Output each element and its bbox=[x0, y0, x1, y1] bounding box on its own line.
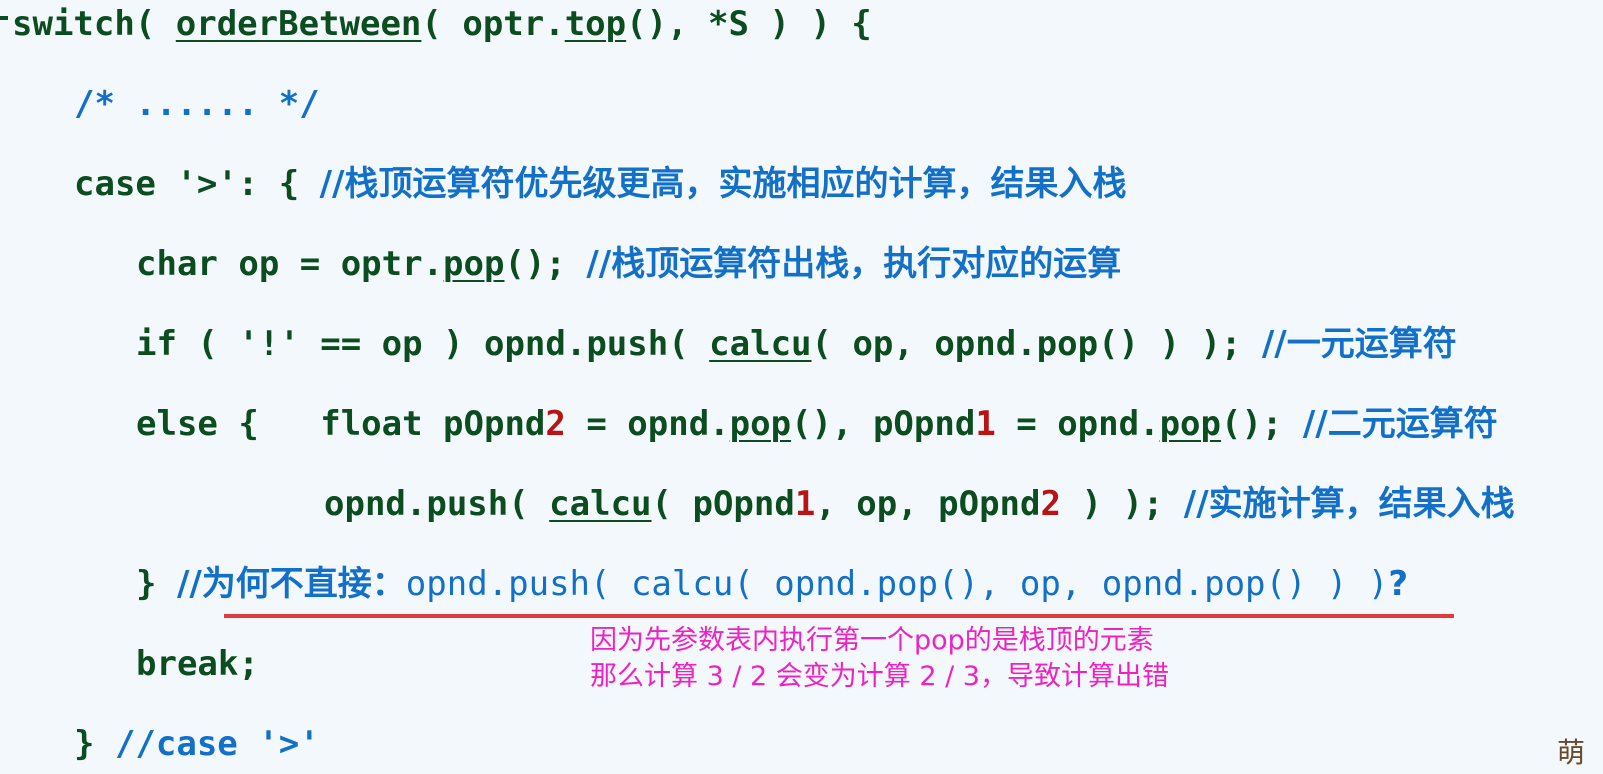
code-comment: //实施计算，结果入栈 bbox=[1183, 484, 1515, 524]
code-comment: //二元运算符 bbox=[1302, 404, 1498, 444]
code-number: 1 bbox=[794, 484, 816, 524]
code-text: (), pOpnd bbox=[791, 404, 976, 444]
code-comment: //栈顶运算符优先级更高，实施相应的计算，结果入栈 bbox=[319, 164, 1127, 204]
code-text: else { float pOpnd bbox=[136, 404, 546, 444]
code-line-7: opnd.push( calcu( pOpnd1, op, pOpnd2 ) )… bbox=[324, 474, 1515, 534]
code-comment: //为何不直接： bbox=[176, 564, 406, 604]
function-pop: pop bbox=[443, 244, 505, 284]
function-orderBetween: orderBetween bbox=[175, 4, 422, 44]
code-text: ( op, opnd.pop() ) ); bbox=[811, 324, 1262, 364]
code-text: ( pOpnd bbox=[651, 484, 795, 524]
code-text: = opnd. bbox=[565, 404, 730, 444]
code-number: 2 bbox=[545, 404, 566, 444]
function-pop: pop bbox=[729, 404, 792, 444]
code-text: ) ); bbox=[1060, 484, 1184, 524]
function-calcu: calcu bbox=[709, 324, 812, 364]
code-number: 1 bbox=[975, 404, 996, 444]
code-line-4: char op = optr.pop(); //栈顶运算符出栈，执行对应的运算 bbox=[136, 234, 1121, 294]
line-marker bbox=[0, 16, 8, 20]
code-line-5: if ( '!' == op ) opnd.push( calcu( op, o… bbox=[136, 314, 1457, 374]
code-text: (); bbox=[504, 244, 587, 284]
code-comment: //case '>' bbox=[114, 724, 320, 764]
code-text: ( optr. bbox=[421, 4, 565, 44]
code-text: , op, pOpnd bbox=[815, 484, 1041, 524]
code-text: = opnd. bbox=[995, 404, 1160, 444]
code-text: } bbox=[74, 724, 115, 764]
code-line-3: case '>': { //栈顶运算符优先级更高，实施相应的计算，结果入栈 bbox=[74, 154, 1126, 214]
red-underline bbox=[224, 614, 1454, 618]
code-line-6: else { float pOpnd2 = opnd.pop(), pOpnd1… bbox=[136, 394, 1498, 454]
annotation-line-1: 因为先参数表内执行第一个pop的是栈顶的元素 bbox=[590, 625, 1154, 656]
function-calcu: calcu bbox=[549, 484, 652, 524]
code-comment: ? bbox=[1388, 564, 1409, 604]
code-text: opnd.push( bbox=[324, 484, 550, 524]
function-pop: pop bbox=[1159, 404, 1221, 444]
code-text: char op = optr. bbox=[136, 244, 444, 284]
code-line-2: /* ...... */ bbox=[74, 84, 320, 124]
corner-watermark: 萌 bbox=[1556, 736, 1585, 769]
code-comment: //一元运算符 bbox=[1261, 324, 1457, 364]
code-text: case '>': { bbox=[74, 164, 320, 204]
code-text: (); bbox=[1220, 404, 1303, 444]
code-line-9: break; bbox=[136, 644, 259, 684]
code-line-8: } //为何不直接：opnd.push( calcu( opnd.pop(), … bbox=[136, 554, 1408, 614]
code-text: if ( '!' == op ) opnd.push( bbox=[136, 324, 710, 364]
code-comment-code: opnd.push( calcu( opnd.pop(), op, opnd.p… bbox=[405, 564, 1389, 604]
code-text: (), *S ) ) { bbox=[626, 4, 872, 44]
code-line-10: } //case '>' bbox=[74, 714, 320, 774]
annotation-line-2: 那么计算 3 / 2 会变为计算 2 / 3，导致计算出错 bbox=[590, 661, 1169, 692]
code-number: 2 bbox=[1040, 484, 1061, 524]
code-text: switch( bbox=[12, 4, 176, 44]
code-text: } bbox=[136, 564, 177, 604]
code-comment: //栈顶运算符出栈，执行对应的运算 bbox=[586, 244, 1122, 284]
code-line-1: switch( orderBetween( optr.top(), *S ) )… bbox=[12, 0, 872, 54]
function-top: top bbox=[564, 4, 627, 44]
